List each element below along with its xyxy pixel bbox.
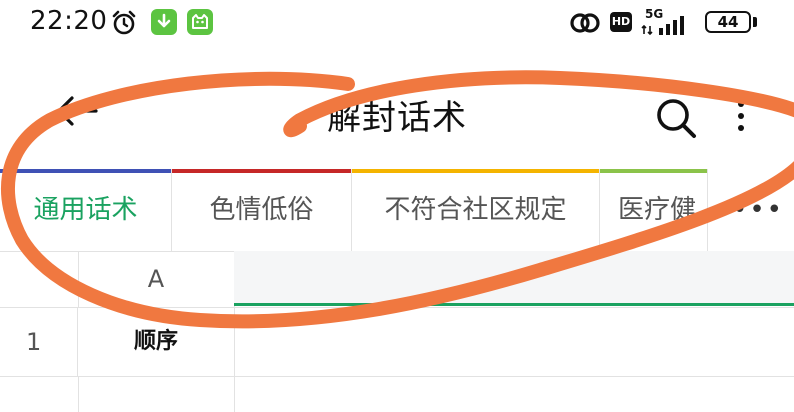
alarm-icon bbox=[112, 10, 136, 35]
column-header-selected[interactable] bbox=[234, 251, 794, 306]
tab-color-strip bbox=[172, 169, 351, 173]
tabs-overflow-button[interactable]: ••• bbox=[732, 169, 784, 251]
back-arrow-icon[interactable] bbox=[54, 94, 98, 128]
column-header-row: A bbox=[0, 251, 794, 308]
hd-badge: HD bbox=[610, 12, 632, 32]
grid-line bbox=[78, 377, 79, 412]
spreadsheet-grid: A 1 顺序 bbox=[0, 251, 794, 412]
battery-icon: 44 bbox=[705, 11, 751, 33]
tab-color-strip bbox=[352, 169, 599, 173]
tab-label: 不符合社区规定 bbox=[384, 195, 567, 225]
tab-label: 通用话术 bbox=[33, 195, 138, 225]
tab-medical[interactable]: 医疗健 bbox=[600, 169, 708, 251]
tab-general[interactable]: 通用话术 bbox=[0, 169, 172, 251]
status-bar: 22:20 HD 5G 44 bbox=[0, 0, 794, 48]
battery-tip bbox=[753, 17, 757, 27]
grid-line bbox=[234, 377, 235, 412]
link-icon bbox=[570, 13, 600, 33]
tab-color-strip bbox=[0, 169, 171, 173]
more-vertical-icon[interactable] bbox=[734, 98, 748, 134]
tab-label: 色情低俗 bbox=[209, 195, 314, 225]
cell-a1[interactable]: 顺序 bbox=[78, 308, 235, 376]
tab-community-rules[interactable]: 不符合社区规定 bbox=[352, 169, 600, 251]
clock: 22:20 bbox=[30, 6, 108, 36]
tab-color-strip bbox=[600, 169, 707, 173]
download-icon bbox=[151, 9, 177, 35]
sheet-tabs: 通用话术 色情低俗 不符合社区规定 医疗健 ••• bbox=[0, 169, 794, 252]
search-icon[interactable] bbox=[654, 96, 698, 140]
column-header-a[interactable]: A bbox=[78, 251, 235, 307]
tab-vulgar[interactable]: 色情低俗 bbox=[172, 169, 352, 251]
row-header[interactable]: 1 bbox=[0, 308, 78, 376]
page-title: 解封话术 bbox=[327, 98, 467, 138]
app-cat-icon bbox=[187, 9, 213, 35]
signal-icon bbox=[641, 16, 684, 36]
tab-label: 医疗健 bbox=[618, 195, 697, 225]
table-row bbox=[0, 377, 794, 412]
table-row: 1 顺序 bbox=[0, 308, 794, 377]
select-all-corner[interactable] bbox=[0, 251, 79, 307]
